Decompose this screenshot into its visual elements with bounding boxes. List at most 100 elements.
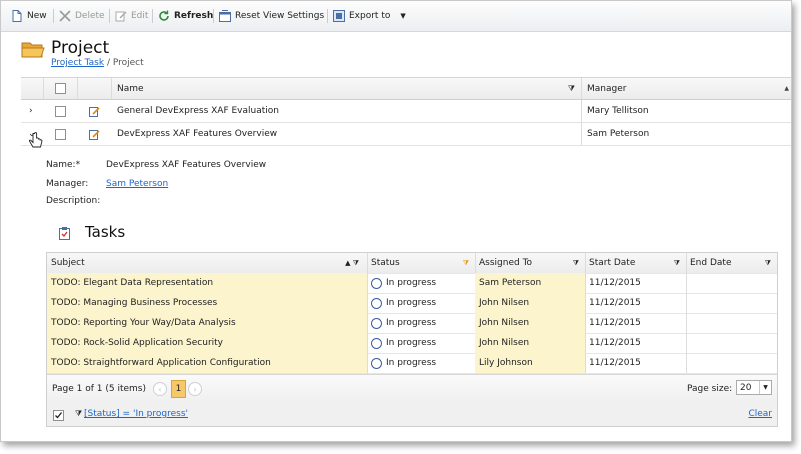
clear-filter-link[interactable]: Clear — [748, 409, 772, 419]
delete-x-icon — [59, 10, 71, 22]
reset-view-settings-button[interactable]: Reset View Settings — [219, 8, 324, 24]
tasks-title: Tasks — [85, 223, 126, 241]
table-row[interactable]: › General DevExpress XAF Evaluation Mary… — [21, 100, 791, 123]
column-status-label: Status — [371, 258, 400, 268]
column-header-name[interactable]: Name ⧩ — [111, 78, 581, 99]
page-size-value: 20 — [740, 383, 752, 393]
filter-icon[interactable]: ⧩ — [573, 259, 579, 268]
new-button[interactable]: New — [11, 8, 47, 24]
page-size-select[interactable]: 20 ▼ — [736, 380, 772, 395]
filter-icon[interactable]: ⧩ — [674, 259, 680, 268]
edit-row-icon[interactable] — [77, 100, 111, 122]
column-subject-label: Subject — [51, 258, 85, 268]
cell-subject: TODO: Managing Business Processes — [47, 293, 367, 313]
chevron-down-icon[interactable]: ▼ — [759, 381, 771, 394]
folder-icon — [21, 39, 45, 59]
refresh-icon — [158, 10, 170, 22]
delete-button[interactable]: Delete — [59, 8, 105, 24]
name-label: Name:* — [46, 160, 81, 170]
table-row[interactable]: TODO: Reporting Your Way/Data Analysis I… — [47, 313, 777, 334]
edit-row-icon[interactable] — [77, 123, 111, 145]
filter-icon[interactable]: ⧩ — [765, 259, 771, 268]
status-text: In progress — [386, 298, 437, 308]
cell-start-date: 11/12/2015 — [589, 318, 641, 328]
cell-manager: Sam Peterson — [587, 129, 650, 139]
clock-icon — [371, 317, 382, 329]
status-text: In progress — [386, 278, 437, 288]
table-row[interactable]: TODO: Rock-Solid Application Security In… — [47, 333, 777, 354]
name-value: DevExpress XAF Features Overview — [106, 160, 267, 170]
filter-expression-link[interactable]: [Status] = 'In progress' — [84, 409, 188, 419]
filter-icon: ⧩ — [75, 409, 83, 418]
status-text: In progress — [386, 338, 437, 348]
clock-icon — [371, 357, 382, 369]
cell-status: In progress — [367, 353, 475, 373]
refresh-button[interactable]: Refresh — [158, 8, 213, 24]
toolbar-divider — [213, 9, 214, 23]
next-page-button[interactable]: › — [188, 382, 202, 396]
row-checkbox[interactable] — [54, 128, 66, 140]
cell-assigned-to: Lily Johnson — [475, 353, 585, 373]
cell-start-date: 11/12/2015 — [589, 278, 641, 288]
cell-end-date — [686, 333, 777, 353]
sort-ascending-icon: ▲ — [784, 85, 789, 92]
filter-icon[interactable]: ⧩ — [568, 84, 575, 94]
filter-active-icon[interactable]: ⧩ — [463, 259, 469, 268]
sort-ascending-filter-icon[interactable]: ▲ ⧩ — [345, 259, 359, 268]
cell-subject: TODO: Rock-Solid Application Security — [47, 333, 367, 353]
breadcrumb-current: Project — [112, 58, 144, 68]
filter-enabled-checkbox[interactable] — [53, 410, 64, 421]
cell-status: In progress — [367, 293, 475, 313]
tasks-icon — [59, 227, 70, 243]
column-header-assigned-to[interactable]: Assigned To ⧩ — [475, 253, 585, 273]
column-manager-label: Manager — [587, 83, 627, 94]
expand-chevron-icon[interactable]: › — [21, 100, 43, 122]
delete-label: Delete — [75, 11, 105, 21]
cell-end-date — [686, 353, 777, 373]
edit-button[interactable]: Edit — [115, 8, 148, 24]
table-row[interactable]: TODO: Elegant Data Representation In pro… — [47, 273, 777, 294]
tasks-grid: Subject ▲ ⧩ Status ⧩ Assigned To ⧩ Start… — [46, 252, 778, 427]
column-header-manager[interactable]: Manager ▲ — [581, 78, 791, 99]
tasks-grid-header: Subject ▲ ⧩ Status ⧩ Assigned To ⧩ Start… — [47, 253, 777, 274]
new-label: New — [27, 11, 47, 21]
table-row[interactable]: TODO: Straightforward Application Config… — [47, 353, 777, 374]
new-document-icon — [11, 10, 23, 22]
cell-subject: TODO: Elegant Data Representation — [47, 273, 367, 293]
clock-icon — [371, 337, 382, 349]
breadcrumb: Project Task / Project — [51, 58, 144, 68]
cell-subject: TODO: Straightforward Application Config… — [47, 353, 367, 373]
cell-subject: TODO: Reporting Your Way/Data Analysis — [47, 313, 367, 333]
cell-end-date — [686, 313, 777, 333]
pager: Page 1 of 1 (5 items) ‹ 1 › Page size: 2… — [47, 374, 777, 406]
cell-start-date: 11/12/2015 — [589, 338, 641, 348]
clock-icon — [371, 297, 382, 309]
cell-assigned-to: John Nilsen — [475, 293, 585, 313]
table-row[interactable]: ⌄ DevExpress XAF Features Overview Sam P… — [21, 123, 791, 146]
manager-link[interactable]: Sam Peterson — [106, 179, 168, 189]
chevron-down-icon[interactable]: ▼ — [400, 12, 405, 20]
column-header-start-date[interactable]: Start Date ⧩ — [585, 253, 686, 273]
column-header-end-date[interactable]: End Date ⧩ — [686, 253, 777, 273]
export-icon — [333, 10, 345, 22]
select-all-checkbox[interactable] — [54, 83, 66, 94]
cell-start-date: 11/12/2015 — [589, 358, 641, 368]
export-label: Export to — [349, 11, 391, 21]
description-label: Description: — [46, 196, 101, 206]
cell-assigned-to: John Nilsen — [475, 313, 585, 333]
toolbar-divider — [152, 9, 153, 23]
column-start-label: Start Date — [589, 258, 636, 268]
cell-manager: Mary Tellitson — [587, 106, 649, 116]
cell-name: General DevExpress XAF Evaluation — [117, 106, 279, 116]
cell-status: In progress — [367, 313, 475, 333]
breadcrumb-link-project-task[interactable]: Project Task — [51, 58, 104, 68]
row-checkbox[interactable] — [54, 105, 66, 117]
column-header-status[interactable]: Status ⧩ — [367, 253, 475, 273]
page-button-current[interactable]: 1 — [171, 380, 186, 398]
prev-page-button[interactable]: ‹ — [153, 382, 167, 396]
table-row[interactable]: TODO: Managing Business Processes In pro… — [47, 293, 777, 314]
toolbar-divider — [327, 9, 328, 23]
column-header-subject[interactable]: Subject ▲ ⧩ — [47, 253, 367, 273]
clock-icon — [371, 277, 382, 289]
export-to-button[interactable]: Export to ▼ — [333, 8, 406, 24]
